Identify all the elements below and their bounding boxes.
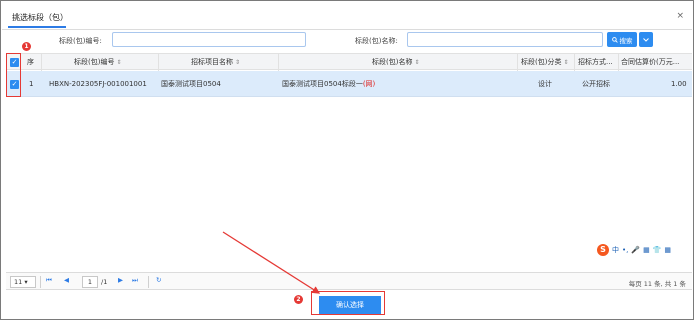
annotation-arrow bbox=[222, 231, 321, 294]
dialog-frame: 挑选标段（包） × 标段(包)编号: 标段(包)名称: 搜索 ✓ 序 标段(包)… bbox=[0, 0, 694, 320]
